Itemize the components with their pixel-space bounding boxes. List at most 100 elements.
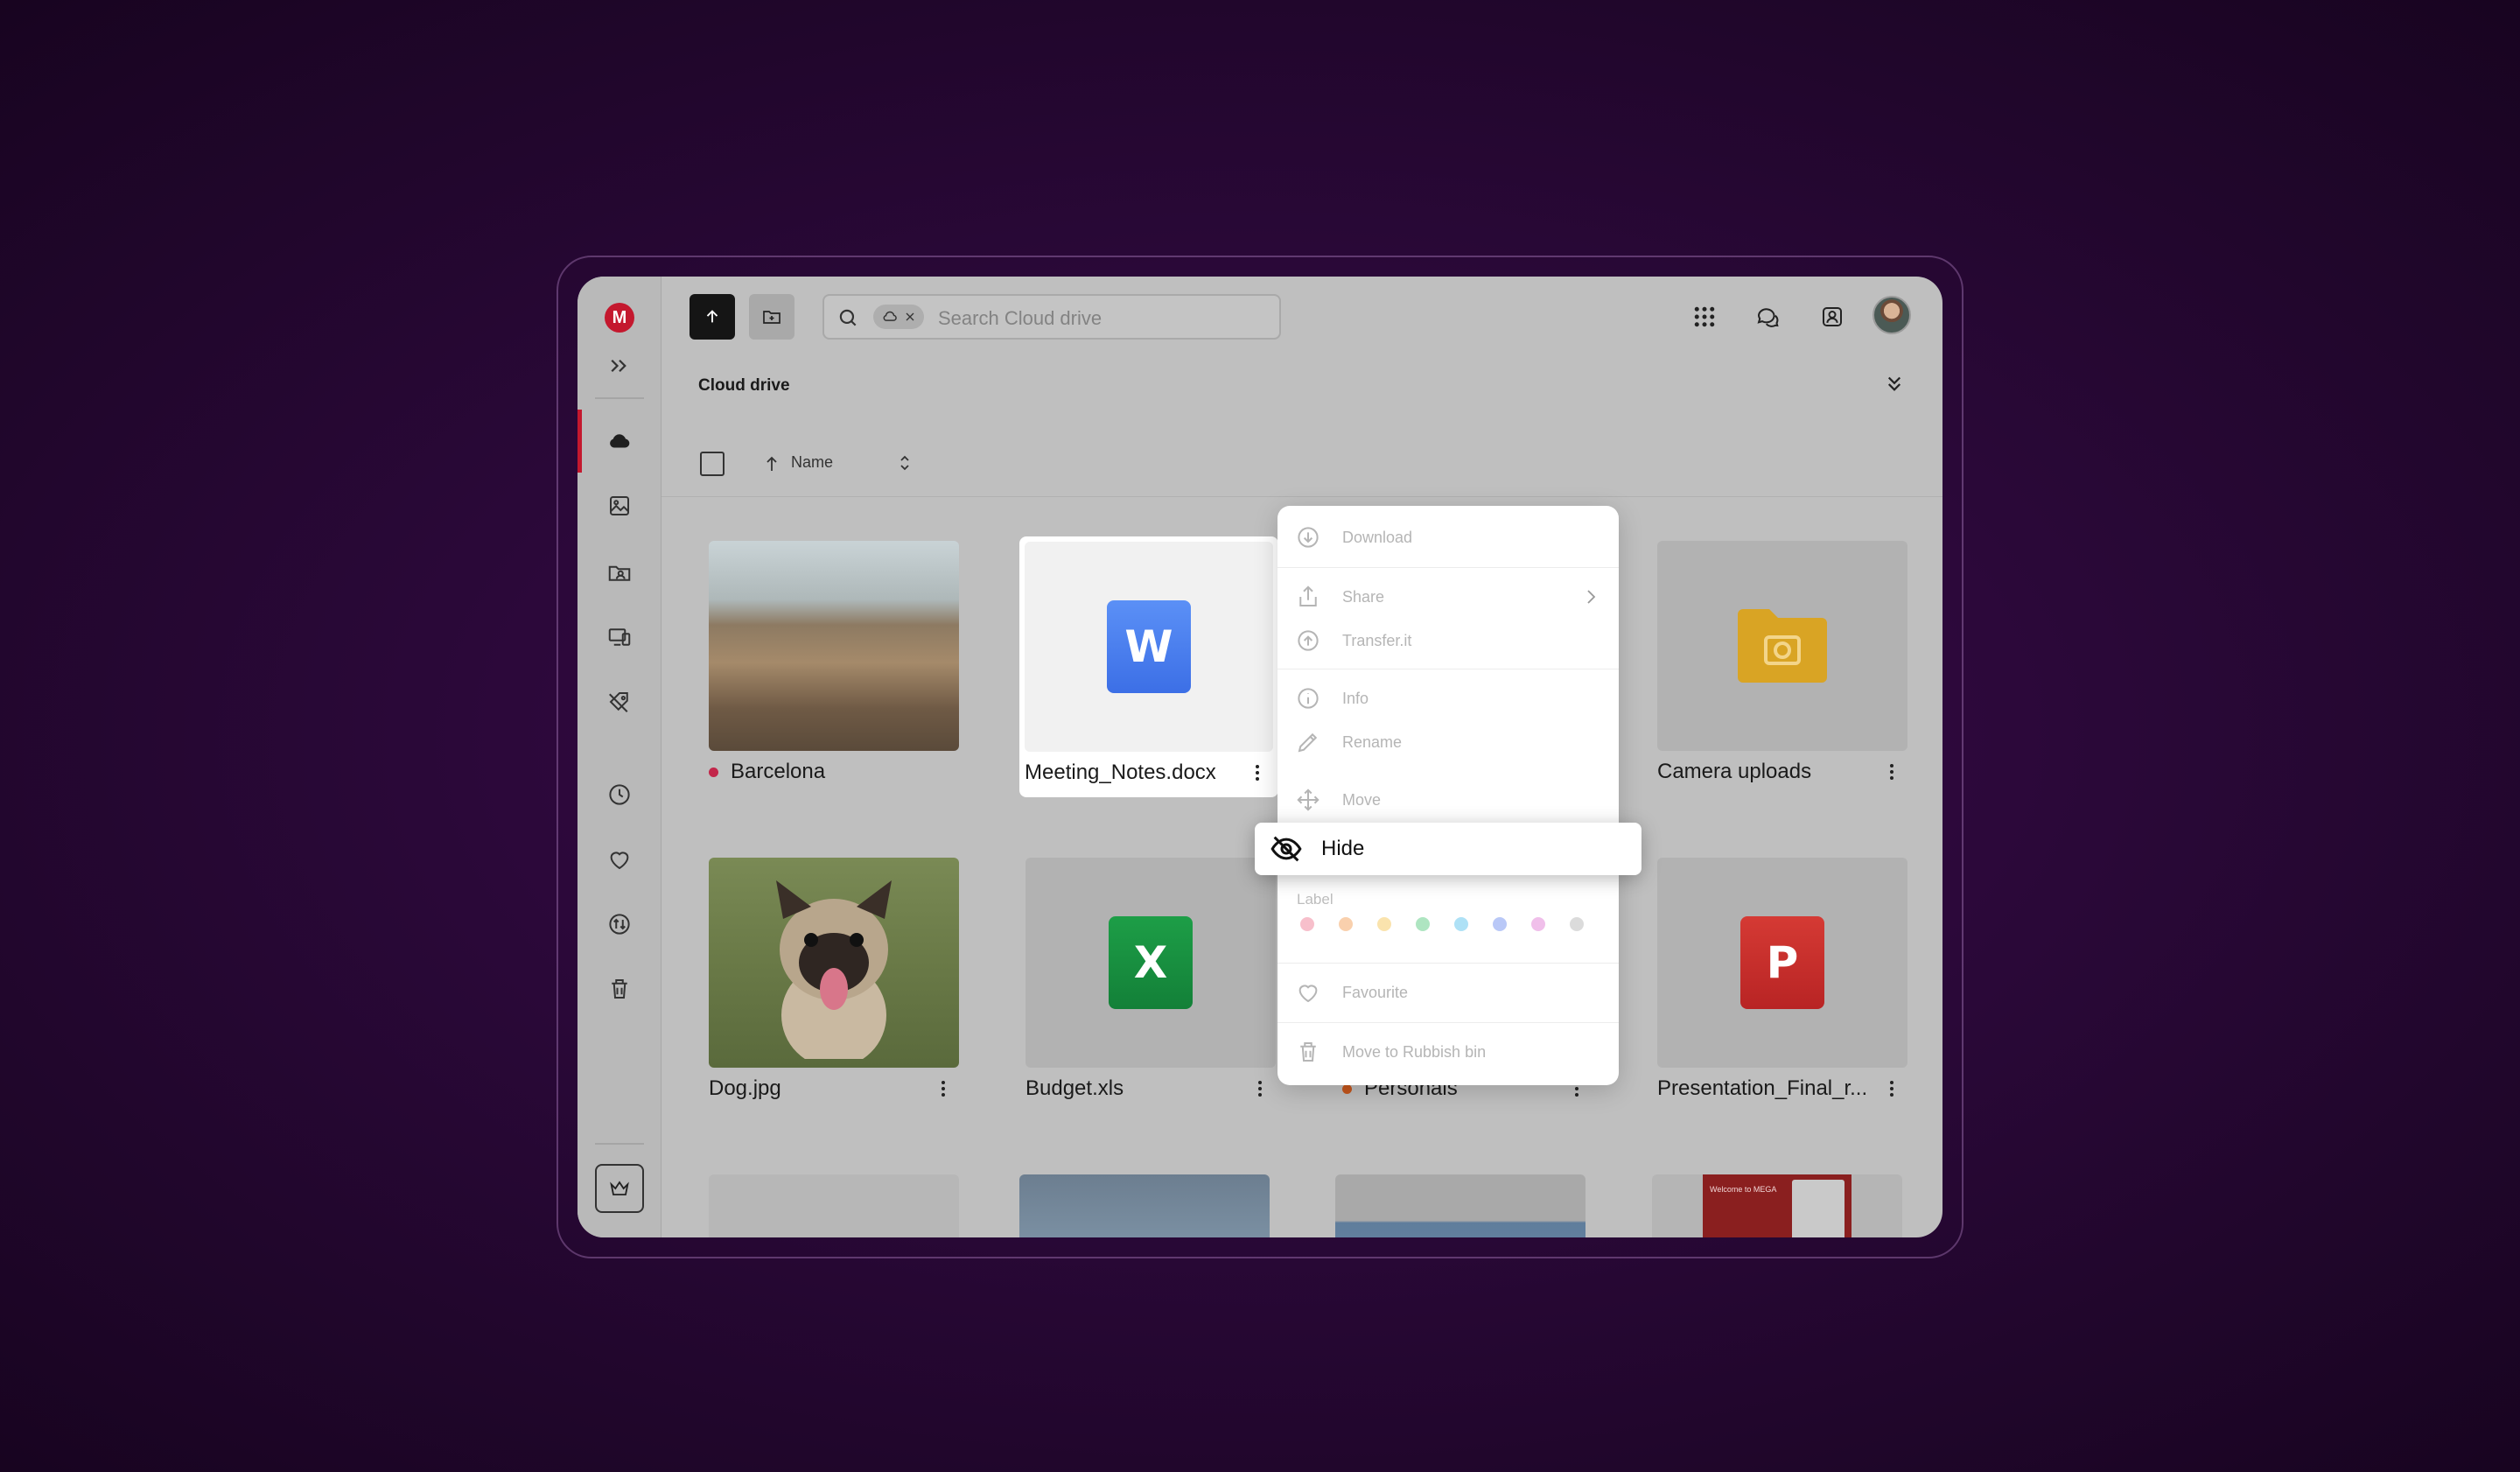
cloud-icon — [883, 311, 897, 321]
mega-logo[interactable]: M — [605, 303, 634, 333]
label-dot — [1342, 1083, 1352, 1094]
sidebar-item-rubbish-icon[interactable] — [598, 968, 640, 1010]
file-card-selected[interactable]: W Meeting_Notes.docx — [1019, 536, 1278, 797]
upload-button[interactable] — [690, 294, 735, 340]
file-name: Meeting_Notes.docx — [1025, 761, 1216, 784]
word-file-icon: W — [1107, 600, 1191, 693]
pencil-icon — [1298, 732, 1318, 753]
sidebar-item-shared-icon[interactable] — [598, 551, 640, 593]
file-card[interactable] — [709, 1174, 959, 1237]
label-green[interactable] — [1416, 917, 1430, 931]
sidebar-item-cloud-drive-icon[interactable] — [598, 420, 640, 462]
search-scope-chip[interactable] — [873, 305, 924, 329]
menu-item-hide[interactable]: Hide — [1255, 823, 1642, 875]
sidebar-divider-bottom — [595, 1143, 644, 1145]
select-all-checkbox[interactable] — [700, 452, 724, 476]
file-name: Budget.xls — [1026, 1076, 1124, 1100]
contacts-icon[interactable] — [1813, 298, 1852, 336]
more-options-icon[interactable] — [1256, 1078, 1264, 1099]
label-pink[interactable] — [1531, 917, 1545, 931]
file-card[interactable] — [1019, 1174, 1270, 1237]
more-options-icon[interactable] — [1888, 1078, 1895, 1099]
file-thumbnail — [709, 1174, 959, 1237]
file-card[interactable]: Welcome to MEGA — [1652, 1174, 1902, 1237]
label-orange[interactable] — [1339, 917, 1353, 931]
slide-mockup — [1792, 1180, 1844, 1237]
image-thumbnail — [1019, 1174, 1270, 1237]
sidebar-item-transfers-icon[interactable] — [598, 903, 640, 945]
file-name-row: Camera uploads — [1657, 751, 1908, 793]
file-name: Dog.jpg — [709, 1076, 781, 1100]
menu-item-favourite[interactable]: Favourite — [1295, 975, 1601, 1010]
sidebar-item-devices-icon[interactable] — [598, 616, 640, 658]
excel-file-icon: X — [1109, 916, 1193, 1009]
file-name: Presentation_Final_r... — [1657, 1076, 1868, 1100]
file-card[interactable] — [1335, 1174, 1586, 1237]
chat-icon[interactable] — [1748, 298, 1787, 336]
search-input[interactable]: Search Cloud drive — [938, 307, 1102, 330]
sidebar-item-favourites-icon[interactable] — [598, 838, 640, 880]
menu-item-transfer-it[interactable]: Transfer.it — [1295, 623, 1601, 658]
share-icon — [1299, 585, 1317, 606]
expand-sidebar-icon[interactable] — [598, 345, 640, 387]
new-folder-button[interactable] — [749, 294, 794, 340]
label-heading: Label — [1297, 891, 1334, 908]
file-card[interactable]: Barcelona — [709, 541, 959, 793]
label-blue[interactable] — [1454, 917, 1468, 931]
menu-divider — [1278, 1022, 1619, 1023]
more-options-icon[interactable] — [940, 1078, 947, 1099]
sort-by-name-label[interactable]: Name — [791, 453, 833, 472]
clear-scope-icon[interactable] — [903, 310, 917, 324]
slide-title: Welcome to MEGA — [1710, 1185, 1777, 1194]
eye-off-icon — [1270, 836, 1302, 862]
file-name-row: Budget.xls — [1026, 1068, 1276, 1110]
chevrons-down-icon[interactable] — [1881, 371, 1908, 397]
menu-item-rubbish[interactable]: Move to Rubbish bin — [1295, 1034, 1601, 1069]
folder-card[interactable]: Camera uploads — [1657, 541, 1908, 793]
app-window: M Search Cloud drive Cloud drive Name Ba… — [578, 277, 1942, 1237]
context-menu: Download Share Transfer.it Info Rename M… — [1278, 506, 1619, 1085]
info-icon — [1298, 688, 1319, 709]
sort-ascending-icon[interactable] — [761, 452, 782, 476]
label-grey[interactable] — [1570, 917, 1584, 931]
menu-item-share[interactable]: Share — [1295, 579, 1601, 614]
dog-thumbnail — [709, 858, 959, 1068]
dog-image — [776, 880, 892, 1059]
presentation-thumbnail: Welcome to MEGA — [1652, 1174, 1902, 1237]
menu-item-move[interactable]: Move — [1295, 782, 1601, 817]
sidebar-item-recents-icon[interactable] — [598, 774, 640, 816]
file-card[interactable]: X Budget.xls — [1026, 858, 1276, 1110]
menu-item-download[interactable]: Download — [1295, 520, 1601, 555]
menu-item-info[interactable]: Info — [1295, 681, 1601, 716]
sidebar-item-photos-icon[interactable] — [598, 485, 640, 527]
barcelona-thumbnail — [709, 541, 959, 751]
label-yellow[interactable] — [1377, 917, 1391, 931]
camera-uploads-thumbnail — [1657, 541, 1908, 751]
list-header: Name — [662, 434, 1942, 497]
label-red[interactable] — [1300, 917, 1314, 931]
chevron-right-icon — [1587, 590, 1596, 604]
file-card[interactable]: Dog.jpg — [709, 858, 959, 1110]
menu-item-rename[interactable]: Rename — [1295, 725, 1601, 760]
image-thumbnail — [1335, 1174, 1586, 1237]
user-avatar[interactable] — [1872, 296, 1911, 334]
more-options-icon[interactable] — [1254, 762, 1261, 783]
apps-grid-icon[interactable] — [1685, 298, 1724, 336]
search-bar[interactable]: Search Cloud drive — [822, 294, 1281, 340]
active-indicator — [578, 410, 582, 473]
label-purple[interactable] — [1493, 917, 1507, 931]
file-name-row: Presentation_Final_r... — [1657, 1068, 1908, 1110]
move-icon — [1297, 789, 1320, 811]
top-bar: Search Cloud drive — [662, 277, 1942, 355]
file-name: Camera uploads — [1657, 760, 1812, 783]
upgrade-button[interactable] — [595, 1164, 644, 1213]
sidebar-item-hidden-icon[interactable] — [598, 681, 640, 723]
sort-toggle-icon[interactable] — [894, 450, 915, 476]
download-icon — [1298, 527, 1319, 548]
label-color-options — [1300, 917, 1608, 931]
file-name: Barcelona — [731, 760, 826, 783]
more-options-icon[interactable] — [1888, 761, 1895, 782]
file-name-row: Meeting_Notes.docx — [1025, 752, 1273, 794]
file-name-row: Barcelona — [709, 751, 959, 793]
file-card[interactable]: P Presentation_Final_r... — [1657, 858, 1908, 1110]
